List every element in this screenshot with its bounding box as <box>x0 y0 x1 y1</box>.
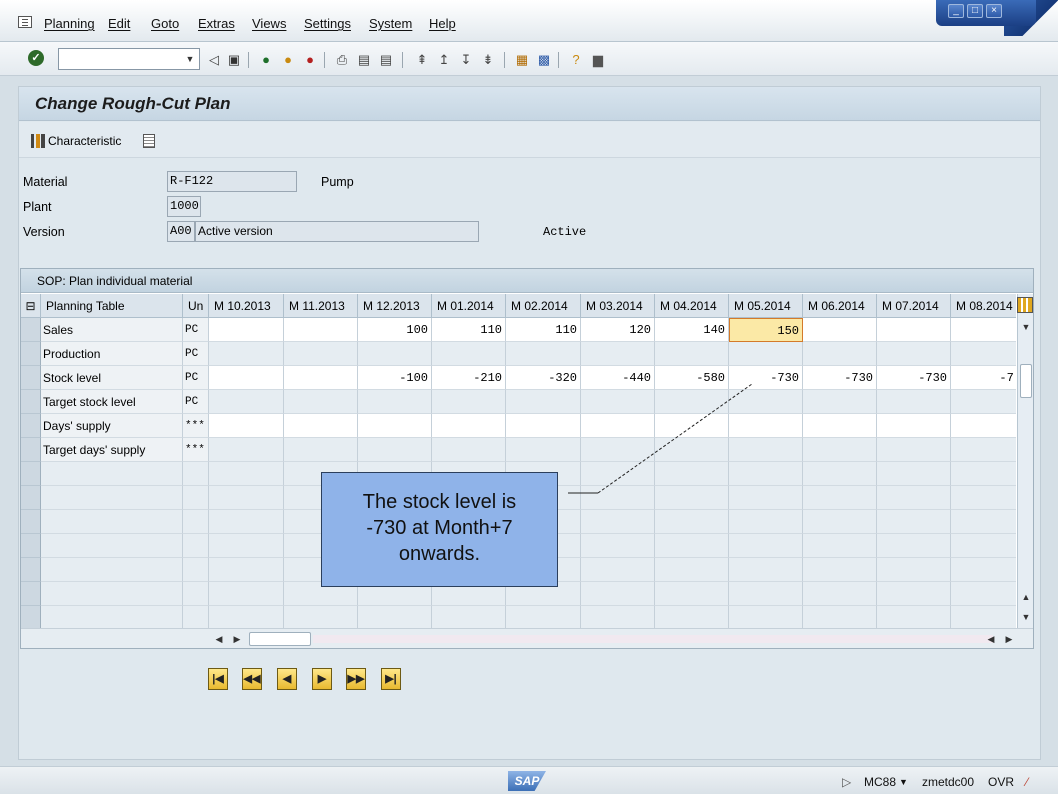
callout-line-1: The stock level is <box>362 491 517 513</box>
callout-line-2: -730 at Month+7 <box>366 517 513 539</box>
server-name: zmetdc00 <box>922 775 975 789</box>
sap-logo: SAP <box>508 771 546 791</box>
resize-grip-icon[interactable]: ⁄ <box>1026 775 1028 789</box>
first-column-button[interactable]: |◀ <box>208 668 228 690</box>
next-column-button[interactable]: ▶ <box>312 668 332 690</box>
callout-box: The stock level is -730 at Month+7 onwar… <box>321 472 558 587</box>
chevron-down-icon[interactable]: ▼ <box>899 777 908 787</box>
transaction-code: MC88 <box>864 775 897 789</box>
status-bar: SAP ▷ MC88 ▼ zmetdc00 OVR ⁄ <box>0 766 1058 794</box>
status-expand-icon[interactable]: ▷ <box>842 775 851 789</box>
next-page-button[interactable]: ▶▶ <box>346 668 366 690</box>
previous-column-button[interactable]: ◀ <box>277 668 297 690</box>
callout-line-3: onwards. <box>398 543 481 565</box>
callout-pointer <box>568 383 753 494</box>
previous-page-button[interactable]: ◀◀ <box>242 668 262 690</box>
insert-mode: OVR <box>988 775 1015 789</box>
last-column-button[interactable]: ▶| <box>381 668 401 690</box>
